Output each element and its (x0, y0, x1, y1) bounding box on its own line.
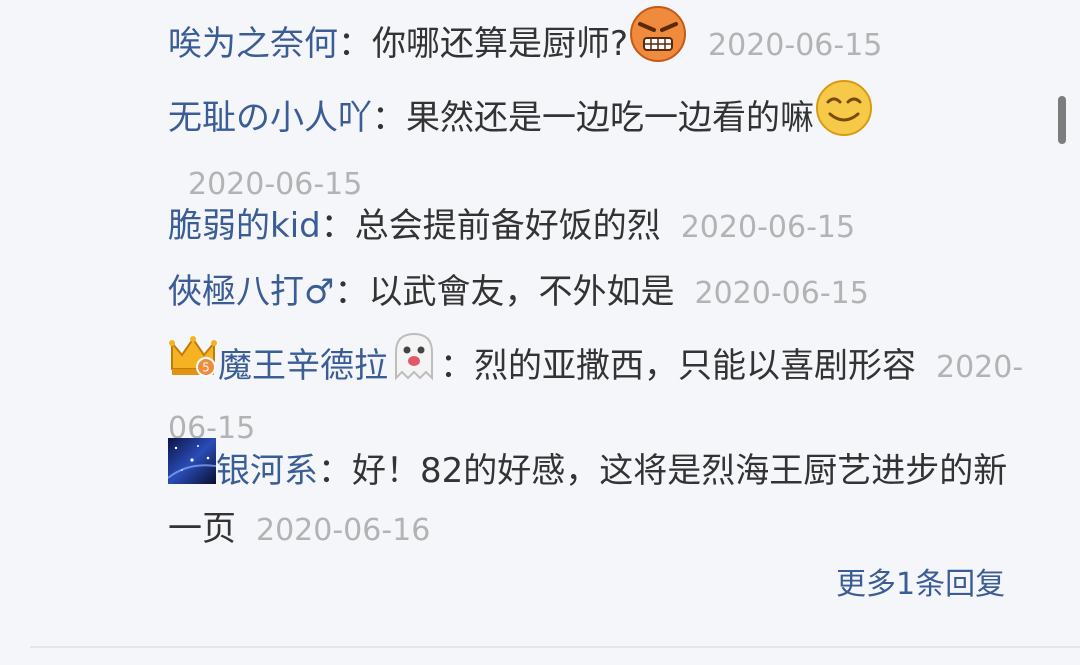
reply-item: 唉为之奈何：你哪还算是厨师? 2020-06-15 (168, 6, 1038, 83)
reply-date: 2020-06-15 (708, 28, 883, 63)
reply-text: 总会提前备好饭的烈 (354, 206, 661, 246)
reply-username[interactable]: 无耻の小人吖 (168, 98, 372, 138)
reply-list-panel: 唉为之奈何：你哪还算是厨师? 2020-06-15 无耻の小人吖：果然还是一边吃… (0, 0, 1080, 665)
reply-username[interactable]: 俠極八打♂ (168, 272, 334, 312)
reply-separator: ： (318, 451, 352, 491)
scrollbar-thumb[interactable] (1058, 96, 1066, 144)
reply-date: 2020-06-15 (680, 210, 856, 245)
reply-item: 脆弱的kid：总会提前备好饭的烈 2020-06-15 (168, 200, 1038, 254)
reply-item: 俠極八打♂：以武會友，不外如是 2020-06-15 (168, 266, 1038, 320)
reply-text: 以武會友，不外如是 (368, 272, 675, 312)
reply-separator: ： (440, 346, 474, 386)
reply-item: 无耻の小人吖：果然还是一边吃一边看的嘛 2020-06-15 (168, 80, 1038, 211)
galaxy-avatar (167, 438, 217, 499)
reply-username[interactable]: 魔王辛德拉 (218, 346, 388, 386)
reply-date: 2020-06-15 (694, 276, 869, 311)
reply-date: 2020-06-16 (256, 513, 431, 548)
reply-item: 5 魔王辛德拉 ：烈的亚撒西，只能以喜剧形容 2020-06-15 (168, 332, 1038, 455)
reply-separator: ： (320, 206, 355, 246)
reply-separator: ： (372, 98, 406, 138)
angry-face-emoji-icon (628, 4, 688, 79)
crown-badge-icon: 5 (168, 333, 218, 394)
smile-face-emoji-icon (814, 78, 874, 153)
reply-username[interactable]: 银河系 (216, 451, 318, 491)
reply-username[interactable]: 唉为之奈何 (168, 24, 338, 64)
reply-date: 2020-06-15 (188, 167, 363, 202)
more-replies-link[interactable]: 更多1条回复 (836, 562, 1005, 608)
reply-text: 烈的亚撒西，只能以喜剧形容 (474, 346, 916, 386)
reply-separator: ： (338, 24, 372, 64)
divider (30, 646, 1080, 648)
svg-text:5: 5 (202, 361, 210, 375)
reply-item: 银河系：好！82的好感，这将是烈海王厨艺进步的新一页 2020-06-16 (167, 438, 1038, 557)
reply-separator: ： (334, 272, 369, 312)
reply-text: 你哪还算是厨师? (372, 24, 629, 64)
reply-username[interactable]: 脆弱的kid (168, 206, 321, 246)
reply-text: 果然还是一边吃一边看的嘛 (406, 98, 814, 138)
ghost-emoji-icon (388, 330, 440, 397)
